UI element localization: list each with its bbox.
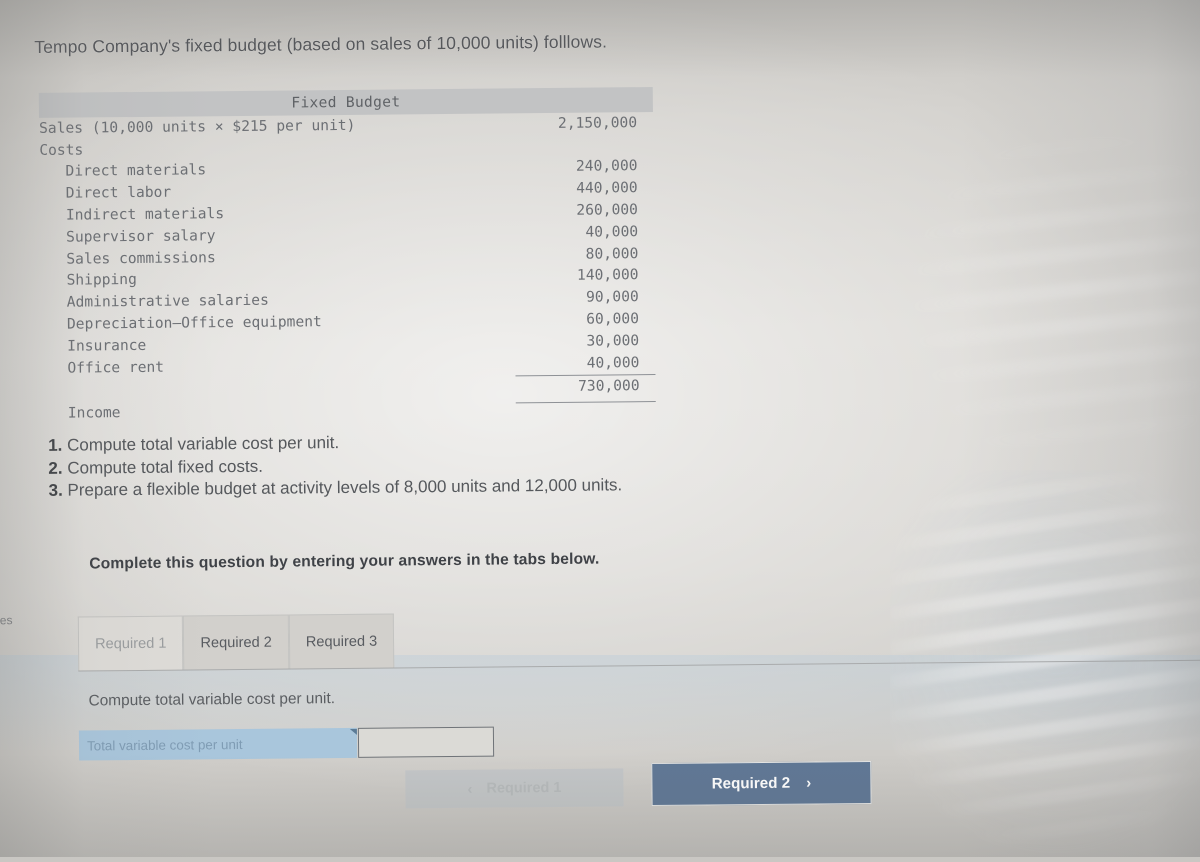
row-value: 730,000 <box>578 377 640 396</box>
previous-button-label: Required 1 <box>486 779 562 797</box>
requirement-text: Compute total fixed costs. <box>67 456 263 478</box>
row-label: Indirect materials <box>65 205 225 224</box>
answer-row-label: Total variable cost per unit <box>78 727 358 761</box>
tab-label: Required 2 <box>200 634 272 652</box>
row-value: 260,000 <box>576 201 638 219</box>
row-label: Administrative salaries <box>66 291 269 311</box>
cost-rows-group: Direct materials 240,000 Direct labor 440,0… <box>39 155 655 379</box>
fixed-budget-table: Fixed Budget Sales (10,000 units × $215 … <box>38 87 656 422</box>
tab-label: Required 1 <box>94 635 167 653</box>
row-value: 2,150,000 <box>557 113 638 132</box>
row-label: Direct materials <box>65 161 207 181</box>
tab-label: Required 3 <box>305 633 378 651</box>
requirement-number: 2. <box>48 458 63 478</box>
row-value: 80,000 <box>585 244 639 263</box>
row-label: Sales (10,000 units × $215 per unit) <box>39 116 356 137</box>
next-button-label: Required 2 <box>711 774 791 793</box>
requirement-text: Prepare a flexible budget at activity le… <box>67 475 623 500</box>
sub-question-text: Compute total variable cost per unit. <box>88 690 336 710</box>
row-value: 90,000 <box>585 288 639 306</box>
chevron-left-icon: ‹ <box>467 780 473 798</box>
total-variable-cost-input[interactable] <box>357 726 495 758</box>
row-label: Depreciation–Office equipment <box>66 313 322 333</box>
row-value: 60,000 <box>586 310 640 328</box>
requirement-number: 1. <box>48 435 63 455</box>
tab-required-2[interactable]: Required 2 <box>183 614 290 671</box>
row-label: Income <box>67 404 121 423</box>
instruction-text: Complete this question by entering your … <box>89 550 600 573</box>
row-value: 30,000 <box>586 331 640 350</box>
row-label: Office rent <box>67 358 165 377</box>
tab-strip: Required 1 Required 2 Required 3 <box>77 613 395 672</box>
cell-cursor-icon <box>349 728 357 735</box>
total-rule <box>515 401 656 404</box>
answer-label-text: Total variable cost per unit <box>86 736 243 753</box>
row-value: 40,000 <box>585 222 639 241</box>
row-value: 40,000 <box>586 353 640 372</box>
row-label: Direct labor <box>65 183 172 202</box>
previous-required-button[interactable]: ‹ Required 1 <box>405 768 624 809</box>
income-section: Income 730,000 <box>42 374 656 422</box>
table-row-income: Income 730,000 <box>42 375 656 422</box>
next-required-button[interactable]: Required 2 › <box>651 760 872 807</box>
answer-row: Total variable cost per unit <box>78 726 495 761</box>
requirement-item: 3. Prepare a flexible budget at activity… <box>48 474 622 502</box>
tab-required-1[interactable]: Required 1 <box>77 615 184 672</box>
row-value: 140,000 <box>576 266 639 285</box>
document-content: Tempo Company's fixed budget (based on s… <box>0 0 1200 862</box>
question-prompt: Tempo Company's fixed budget (based on s… <box>34 31 608 57</box>
offscreen-text-fragment: es <box>0 613 13 628</box>
row-label: Supervisor salary <box>66 227 216 246</box>
tab-required-3[interactable]: Required 3 <box>288 613 395 670</box>
row-label: Costs <box>39 141 84 159</box>
row-label: Shipping <box>66 271 137 290</box>
requirements-list: 1. Compute total variable cost per unit.… <box>48 429 622 502</box>
requirement-text: Compute total variable cost per unit. <box>66 433 340 455</box>
chevron-right-icon: › <box>806 774 812 792</box>
row-value: 440,000 <box>576 179 638 197</box>
requirement-number: 3. <box>48 480 63 500</box>
row-label: Sales commissions <box>66 248 216 268</box>
row-value: 240,000 <box>575 157 638 176</box>
row-label: Insurance <box>67 336 147 355</box>
